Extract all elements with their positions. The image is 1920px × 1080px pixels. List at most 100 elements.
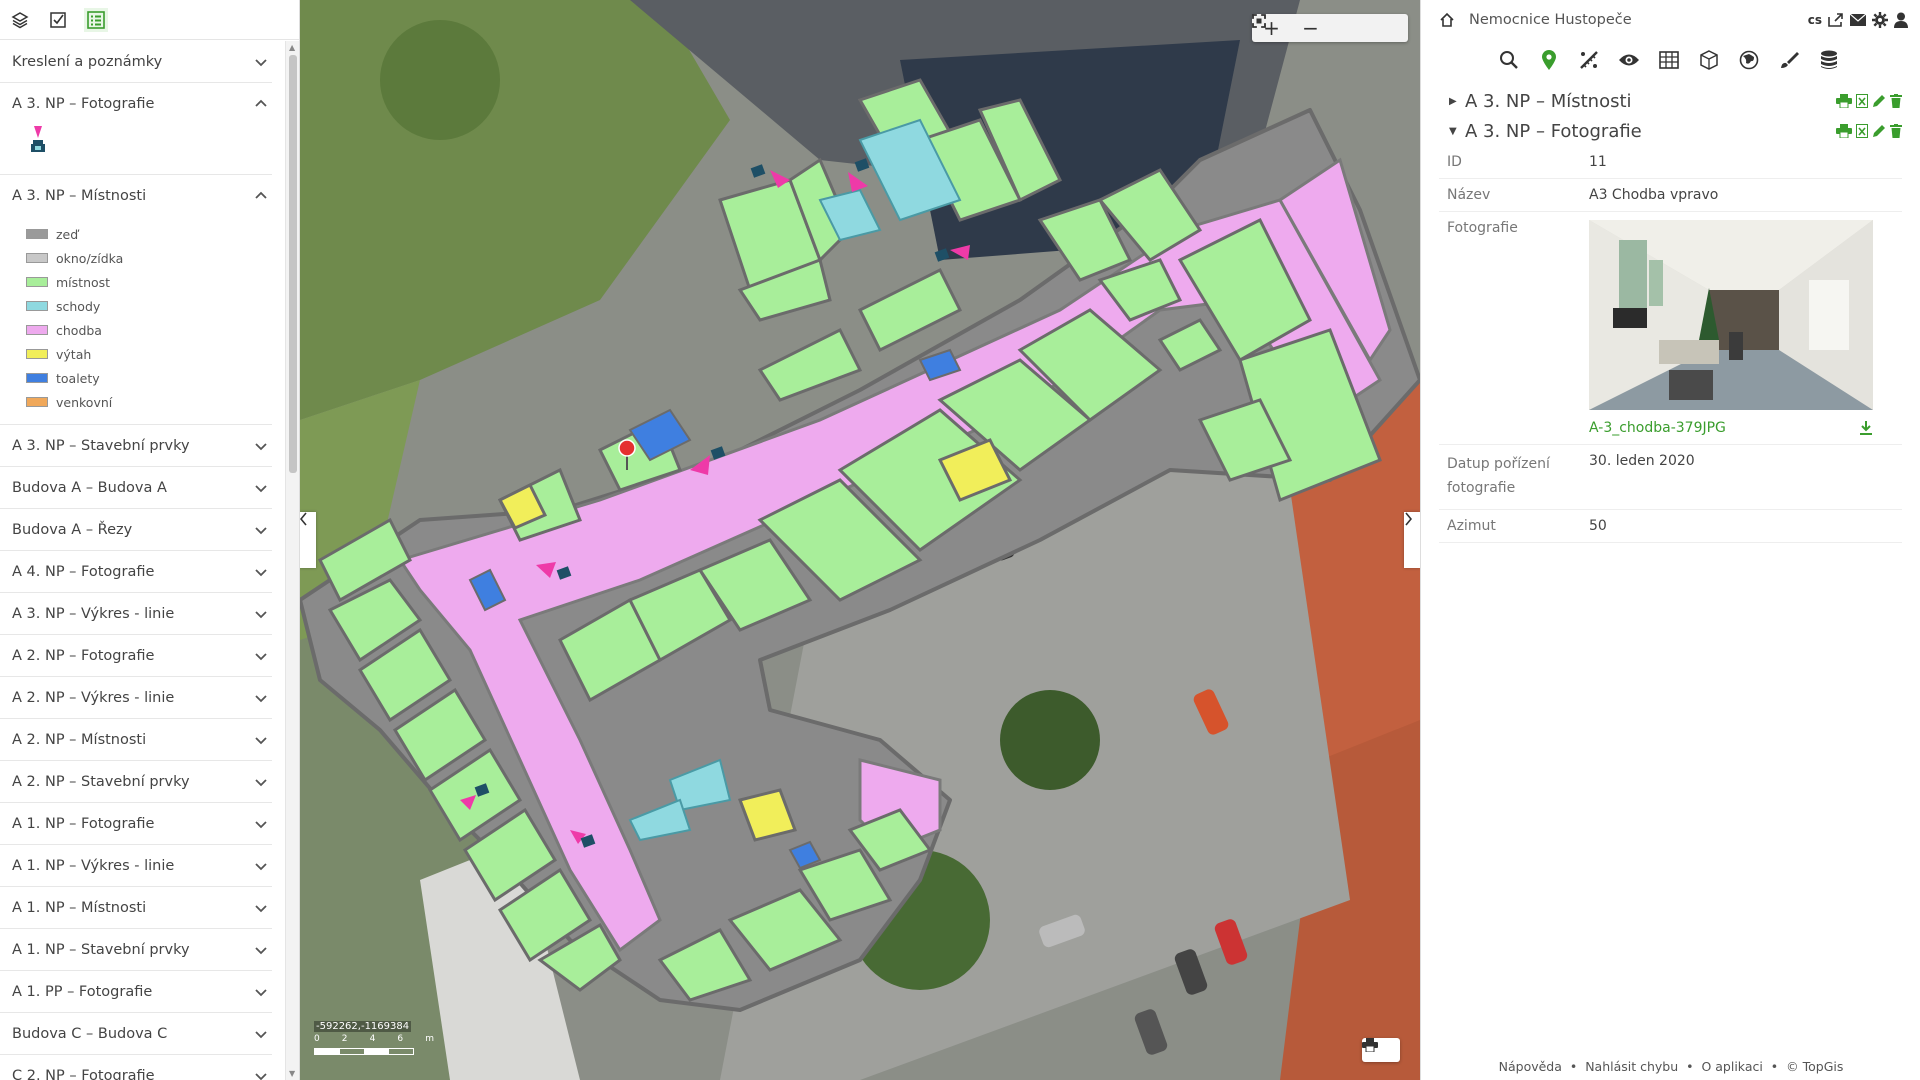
trash-icon[interactable] — [1890, 94, 1902, 108]
scale-label: 6 — [397, 1034, 404, 1044]
tool-draw[interactable] — [1777, 48, 1801, 72]
chevron-down-icon[interactable] — [254, 1027, 268, 1041]
layer-section[interactable]: A 3. NP – Stavební prvky — [0, 425, 272, 467]
map-view[interactable]: + − -592262,-1169384 0 2 4 6 m — [300, 0, 1420, 1080]
excel-icon[interactable] — [1856, 124, 1868, 138]
layer-section[interactable]: A 2. NP – Fotografie — [0, 635, 272, 677]
tool-search[interactable] — [1497, 48, 1521, 72]
zoom-out-button[interactable]: − — [1291, 14, 1330, 42]
caret-down-icon[interactable]: ▼ — [1449, 126, 1459, 137]
photo-download-link[interactable]: A-3_chodba-379JPG — [1589, 420, 1873, 436]
photo-filename[interactable]: A-3_chodba-379JPG — [1589, 420, 1726, 436]
scroll-down-icon[interactable]: ▼ — [289, 1069, 295, 1078]
language-selector[interactable]: cs — [1808, 13, 1822, 27]
layer-section[interactable]: A 3. NP – Výkres - linie — [0, 593, 272, 635]
table-icon — [1659, 51, 1679, 69]
tab-legend[interactable] — [84, 7, 108, 32]
print-map-button[interactable] — [1362, 1038, 1400, 1062]
chevron-down-icon[interactable] — [254, 607, 268, 621]
result-group[interactable]: ▶ A 3. NP – Místnosti — [1449, 86, 1902, 116]
zoom-extent-button[interactable] — [1252, 14, 1408, 42]
result-group[interactable]: ▼ A 3. NP – Fotografie — [1449, 116, 1902, 146]
layer-section[interactable]: Kreslení a poznámky — [0, 41, 272, 83]
chevron-down-icon[interactable] — [254, 649, 268, 663]
tool-view[interactable] — [1617, 48, 1641, 72]
chevron-down-icon[interactable] — [254, 55, 268, 69]
scroll-up-icon[interactable]: ▲ — [289, 43, 295, 52]
chevron-down-icon[interactable] — [254, 523, 268, 537]
collapse-left-button[interactable] — [300, 512, 316, 568]
footer-report-link[interactable]: Nahlásit chybu — [1585, 1059, 1678, 1074]
layer-section[interactable]: A 2. NP – Výkres - linie — [0, 677, 272, 719]
chevron-down-icon[interactable] — [254, 985, 268, 999]
layer-section[interactable]: Budova A – Budova A — [0, 467, 272, 509]
layer-section[interactable]: Budova C – Budova C — [0, 1013, 272, 1055]
layer-section[interactable]: A 3. NP – Fotografie — [0, 83, 272, 175]
chevron-up-icon[interactable] — [254, 189, 268, 203]
trash-icon[interactable] — [1890, 124, 1902, 138]
tab-checklist[interactable] — [46, 8, 70, 32]
layer-section[interactable]: A 1. NP – Místnosti — [0, 887, 272, 929]
chevron-down-icon[interactable] — [254, 439, 268, 453]
layer-section[interactable]: A 4. NP – Fotografie — [0, 551, 272, 593]
footer-help-link[interactable]: Nápověda — [1499, 1059, 1562, 1074]
fullscreen-button[interactable] — [1252, 14, 1369, 42]
legend-label: zeď — [56, 226, 79, 242]
footer-credit-link[interactable]: © TopGis — [1786, 1059, 1843, 1074]
excel-icon[interactable] — [1856, 94, 1868, 108]
pencil-icon[interactable] — [1872, 124, 1886, 138]
chevron-down-icon[interactable] — [254, 943, 268, 957]
chevron-down-icon[interactable] — [254, 859, 268, 873]
user-icon[interactable] — [1894, 12, 1908, 28]
tool-table[interactable] — [1657, 48, 1681, 72]
globe-icon — [1739, 50, 1759, 70]
mail-icon[interactable] — [1850, 14, 1866, 26]
tab-layers[interactable] — [8, 8, 32, 32]
attribute-key: Fotografie — [1447, 220, 1518, 236]
chevron-down-icon[interactable] — [254, 901, 268, 915]
cube-icon — [1700, 50, 1718, 70]
tool-basemap[interactable] — [1737, 48, 1761, 72]
tool-data[interactable] — [1817, 48, 1841, 72]
tool-identify[interactable] — [1537, 48, 1561, 72]
layer-section[interactable]: A 1. NP – Výkres - linie — [0, 845, 272, 887]
printer-icon[interactable] — [1836, 94, 1852, 108]
collapse-right-button[interactable] — [1404, 512, 1420, 568]
home-icon[interactable] — [1439, 12, 1455, 28]
legend-label: toalety — [56, 370, 100, 386]
chevron-down-icon[interactable] — [254, 817, 268, 831]
chevron-down-icon[interactable] — [254, 691, 268, 705]
printer-icon — [1362, 1038, 1378, 1052]
chevron-down-icon[interactable] — [254, 481, 268, 495]
layer-scrollbar[interactable]: ▲ ▼ — [285, 41, 299, 1080]
tool-measure[interactable] — [1577, 48, 1601, 72]
layer-section[interactable]: A 2. NP – Stavební prvky — [0, 761, 272, 803]
zoom-extent-icon — [1252, 14, 1266, 28]
chevron-up-icon[interactable] — [254, 97, 268, 111]
footer-about-link[interactable]: O aplikaci — [1701, 1059, 1762, 1074]
photo-thumbnail[interactable] — [1589, 220, 1873, 410]
chevron-down-icon[interactable] — [254, 775, 268, 789]
tool-3d[interactable] — [1697, 48, 1721, 72]
gear-icon[interactable] — [1872, 12, 1888, 28]
layer-section[interactable]: Budova A – Řezy — [0, 509, 272, 551]
scroll-thumb[interactable] — [289, 55, 297, 473]
app-header: Nemocnice Hustopeče cs — [1421, 0, 1920, 40]
layer-section-label: A 1. PP – Fotografie — [12, 983, 153, 1000]
checkbox-list-icon — [50, 11, 66, 28]
layer-section[interactable]: A 1. NP – Stavební prvky — [0, 929, 272, 971]
caret-right-icon[interactable]: ▶ — [1449, 96, 1459, 107]
layer-section[interactable]: A 1. NP – Fotografie — [0, 803, 272, 845]
chevron-down-icon[interactable] — [254, 565, 268, 579]
layer-section[interactable]: C 2. NP – Fotografie — [0, 1055, 272, 1080]
chevron-down-icon[interactable] — [254, 733, 268, 747]
layer-section[interactable]: A 1. PP – Fotografie — [0, 971, 272, 1013]
pencil-icon[interactable] — [1872, 94, 1886, 108]
printer-icon[interactable] — [1836, 124, 1852, 138]
share-icon[interactable] — [1828, 13, 1844, 27]
download-icon[interactable] — [1859, 421, 1873, 435]
layer-section[interactable]: A 2. NP – Místnosti — [0, 719, 272, 761]
layer-section[interactable]: A 3. NP – Místnosti zeď okno/zídka místn… — [0, 175, 272, 425]
chevron-down-icon[interactable] — [254, 1069, 268, 1080]
map-canvas[interactable] — [300, 0, 1420, 1080]
